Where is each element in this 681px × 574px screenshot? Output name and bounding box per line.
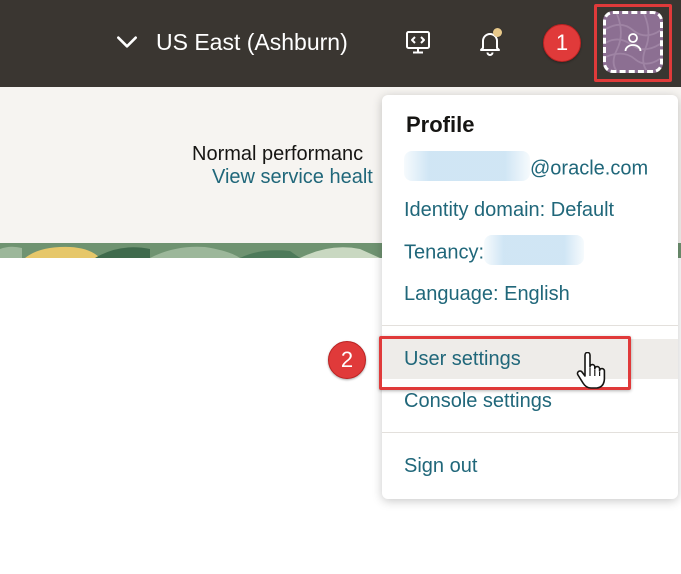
identity-domain-link[interactable]: Identity domain: Default bbox=[404, 199, 614, 222]
notification-dot bbox=[493, 28, 502, 37]
menu-divider bbox=[382, 325, 678, 326]
chevron-down-icon bbox=[117, 36, 137, 48]
profile-heading: Profile bbox=[406, 112, 475, 137]
redacted-tenancy-name bbox=[484, 235, 585, 265]
sign-out-menu-item[interactable]: Sign out bbox=[382, 446, 678, 486]
user-avatar-icon bbox=[624, 33, 642, 52]
status-title: Normal performanc bbox=[192, 143, 364, 165]
menu-divider bbox=[382, 432, 678, 433]
developer-tools-icon bbox=[406, 31, 430, 54]
hand-pointer-cursor-icon bbox=[576, 352, 606, 389]
tenancy-label: Tenancy: bbox=[404, 241, 485, 264]
step-callout-1: 1 bbox=[543, 24, 581, 62]
profile-menu: Profile @oracle.com Identity domain: Def… bbox=[382, 95, 678, 499]
email-domain: @oracle.com bbox=[530, 157, 649, 180]
profile-email: @oracle.com bbox=[404, 151, 649, 181]
user-avatar-button[interactable] bbox=[603, 11, 663, 73]
redacted-email-username bbox=[404, 151, 530, 181]
language-link[interactable]: Language: English bbox=[404, 283, 570, 306]
notifications-button[interactable] bbox=[474, 26, 506, 58]
step-callout-2: 2 bbox=[328, 341, 366, 379]
tenancy-link[interactable]: Tenancy: bbox=[404, 235, 585, 265]
region-selector[interactable]: US East (Ashburn) bbox=[114, 22, 348, 62]
developer-tools-button[interactable] bbox=[402, 26, 434, 58]
region-label: US East (Ashburn) bbox=[156, 28, 348, 55]
view-service-health-link[interactable]: View service healt bbox=[212, 166, 373, 189]
